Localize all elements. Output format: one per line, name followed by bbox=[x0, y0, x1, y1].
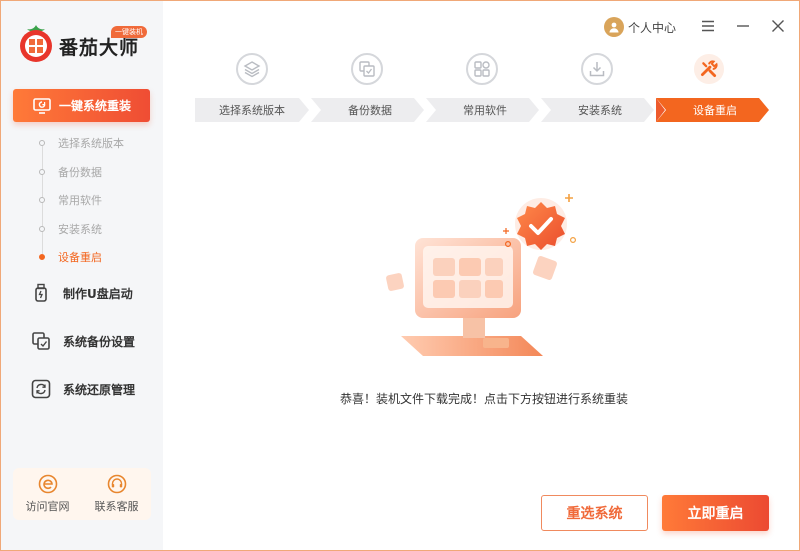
user-center-label: 个人中心 bbox=[628, 20, 677, 35]
substep-software: 常用软件 bbox=[39, 186, 159, 215]
step-install: 安装系统 bbox=[545, 98, 655, 122]
apps-icon bbox=[474, 61, 490, 77]
step-select-version-icon-wrap bbox=[236, 53, 268, 85]
step-select-version: 选择系统版本 bbox=[195, 98, 309, 122]
substep-backup: 备份数据 bbox=[39, 158, 159, 187]
minimize-button[interactable] bbox=[735, 18, 751, 34]
step-software-icon-wrap bbox=[466, 53, 498, 85]
substep-label: 常用软件 bbox=[58, 194, 102, 208]
reselect-label: 重选系统 bbox=[566, 506, 623, 522]
step-label: 常用软件 bbox=[463, 104, 507, 117]
substep-dot bbox=[39, 225, 45, 232]
substep-label: 安装系统 bbox=[58, 222, 102, 236]
usb-icon bbox=[35, 283, 47, 302]
backup-icon bbox=[359, 61, 375, 77]
menu-icon bbox=[702, 20, 714, 32]
tools-icon bbox=[693, 53, 725, 85]
minimize-icon bbox=[737, 25, 749, 27]
substep-label: 选择系统版本 bbox=[58, 137, 124, 151]
substep-dot bbox=[39, 197, 45, 204]
menu-button[interactable] bbox=[700, 18, 716, 34]
step-software: 常用软件 bbox=[430, 98, 540, 122]
contact-support-label: 联系客服 bbox=[94, 500, 139, 513]
reselect-system-button[interactable]: 重选系统 bbox=[541, 495, 648, 531]
user-center-button[interactable]: 个人中心 bbox=[604, 17, 676, 37]
substep-dot-active bbox=[39, 254, 45, 261]
visit-website-label: 访问官网 bbox=[25, 500, 70, 513]
step-label: 选择系统版本 bbox=[219, 104, 285, 117]
steps-progress-bar: 选择系统版本 备份数据 常用软件 安装系统 设备重启 bbox=[195, 98, 769, 122]
sidebar-bottom-links: 访问官网 联系客服 bbox=[13, 468, 151, 520]
substep-dot bbox=[39, 168, 45, 175]
nav-usb-boot[interactable]: 制作U盘启动 bbox=[31, 283, 133, 303]
browser-e-icon bbox=[38, 474, 57, 494]
substep-select-version: 选择系统版本 bbox=[39, 129, 159, 158]
headset-icon bbox=[107, 474, 126, 494]
substep-restart: 设备重启 bbox=[39, 243, 159, 272]
success-message: 恭喜！装机文件下载完成！点击下方按钮进行系统重装 bbox=[339, 392, 628, 406]
close-button[interactable] bbox=[770, 18, 786, 34]
nav-item-label: 制作U盘启动 bbox=[63, 286, 133, 301]
step-install-icon-wrap bbox=[581, 53, 613, 85]
nav-main-label: 一键系统重装 bbox=[59, 99, 132, 113]
nav-backup-settings[interactable]: 系统备份设置 bbox=[31, 331, 135, 351]
restart-now-button[interactable]: 立即重启 bbox=[662, 495, 769, 531]
restart-label: 立即重启 bbox=[687, 506, 744, 522]
monitor-refresh-icon bbox=[33, 97, 51, 114]
sidebar: 番茄大师 一键装机 一键系统重装 选择系统版本 备份数据 常用软件 安装系统 设… bbox=[1, 1, 163, 550]
step-backup-icon-wrap bbox=[351, 53, 383, 85]
user-avatar-icon bbox=[604, 17, 624, 37]
nav-one-click-reinstall[interactable]: 一键系统重装 bbox=[13, 89, 150, 122]
layers-icon bbox=[243, 61, 261, 78]
close-icon bbox=[772, 20, 784, 32]
contact-support-link[interactable]: 联系客服 bbox=[82, 468, 151, 520]
app-tag-badge: 一键装机 bbox=[111, 26, 147, 38]
step-restart-icon-wrap bbox=[693, 53, 725, 85]
step-backup: 备份数据 bbox=[315, 98, 425, 122]
step-restart: 设备重启 bbox=[660, 98, 770, 122]
tomato-logo-icon bbox=[20, 25, 52, 62]
step-label: 设备重启 bbox=[693, 104, 737, 117]
substep-label: 设备重启 bbox=[58, 251, 102, 265]
app-logo: 番茄大师 一键装机 bbox=[17, 23, 157, 67]
visit-website-link[interactable]: 访问官网 bbox=[13, 468, 82, 520]
app-window: 番茄大师 一键装机 一键系统重装 选择系统版本 备份数据 常用软件 安装系统 设… bbox=[0, 0, 800, 551]
substep-list: 选择系统版本 备份数据 常用软件 安装系统 设备重启 bbox=[39, 129, 159, 272]
substep-label: 备份数据 bbox=[58, 165, 102, 179]
computer-success-illustration bbox=[386, 194, 577, 356]
step-label: 备份数据 bbox=[348, 104, 392, 117]
nav-item-label: 系统备份设置 bbox=[63, 334, 136, 349]
backup-icon bbox=[32, 332, 50, 350]
substep-install: 安装系统 bbox=[39, 215, 159, 244]
download-icon bbox=[589, 62, 605, 77]
substep-dot bbox=[39, 140, 45, 147]
step-label: 安装系统 bbox=[578, 104, 622, 117]
